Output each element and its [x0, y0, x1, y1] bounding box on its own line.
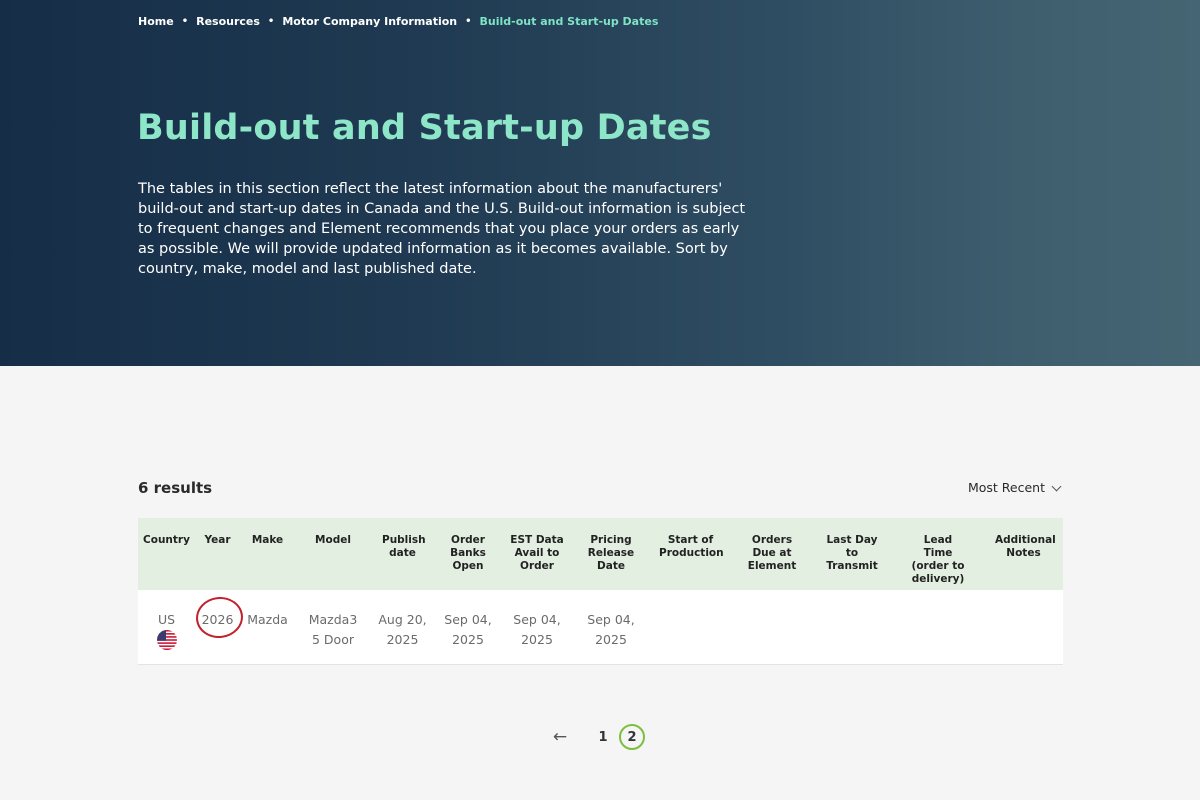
sort-label: Most Recent: [967, 480, 1045, 495]
page-1-button[interactable]: 1: [590, 724, 616, 750]
hero-banner: Home • Resources • Motor Company Informa…: [0, 0, 1200, 366]
cell-model: Mazda3 5 Door: [308, 612, 358, 647]
cell-publish-date: Aug 20, 2025: [378, 612, 427, 647]
annotation-circle: [193, 594, 246, 641]
breadcrumb-separator: •: [181, 16, 189, 27]
country-label: US: [157, 612, 176, 627]
cell-additional-notes: [985, 610, 1062, 664]
column-header-order-banks-open: Order Banks Open: [450, 534, 486, 572]
column-header-orders-due: Orders Due at Element: [747, 534, 797, 572]
breadcrumb-motor-company-information[interactable]: Motor Company Information: [282, 15, 457, 28]
cell-lead-time: [891, 610, 985, 664]
results-count: 6 results: [138, 479, 213, 497]
sort-dropdown[interactable]: Most Recent: [967, 480, 1062, 495]
pagination: ← 1 2: [548, 724, 645, 750]
breadcrumb: Home • Resources • Motor Company Informa…: [138, 15, 658, 28]
column-header-make[interactable]: Make: [240, 534, 295, 590]
column-header-lead-time: Lead Time (order to delivery): [911, 534, 965, 585]
arrow-left-icon[interactable]: ←: [548, 724, 572, 750]
cell-last-day-transmit: [813, 610, 891, 664]
intro-paragraph: The tables in this section reflect the l…: [138, 181, 746, 277]
breadcrumb-separator: •: [465, 16, 472, 27]
column-header-additional-notes: Additional Notes: [995, 534, 1056, 559]
column-header-start-of-production: Start of Production: [659, 534, 724, 559]
cell-orders-due: [731, 610, 813, 664]
cell-start-of-production: [650, 610, 731, 664]
table-row[interactable]: US 2026 Mazda Mazda3 5 Door Aug 20, 2025…: [138, 590, 1063, 665]
breadcrumb-resources[interactable]: Resources: [196, 15, 260, 28]
us-flag-icon: [156, 629, 177, 650]
column-header-last-day-transmit: Last Day to Transmit: [826, 534, 878, 572]
breadcrumb-separator: •: [267, 16, 275, 27]
build-out-table: Country Year Make Model Publish date Ord…: [138, 518, 1063, 665]
column-header-country[interactable]: Country: [138, 534, 195, 590]
page-2-button[interactable]: 2: [619, 724, 645, 750]
column-header-model[interactable]: Model: [295, 534, 371, 590]
column-header-publish-date[interactable]: Publish date: [371, 534, 434, 590]
chevron-down-icon: [1051, 481, 1062, 491]
table-header-row: Country Year Make Model Publish date Ord…: [138, 518, 1063, 590]
page-title: Build-out and Start-up Dates: [137, 108, 712, 148]
cell-year: 2026: [193, 594, 246, 664]
column-header-pricing-release: Pricing Release Date: [587, 534, 635, 572]
cell-country: US: [138, 610, 195, 664]
column-header-est-data-avail: EST Data Avail to Order: [510, 534, 564, 572]
column-header-year[interactable]: Year: [195, 534, 240, 590]
cell-order-banks-open: Sep 04, 2025: [444, 612, 492, 647]
cell-est-data-avail: Sep 04, 2025: [513, 612, 561, 647]
breadcrumb-home[interactable]: Home: [138, 15, 174, 28]
breadcrumb-current: Build-out and Start-up Dates: [479, 15, 659, 28]
cell-make: Mazda: [247, 612, 288, 627]
cell-pricing-release: Sep 04, 2025: [587, 612, 635, 647]
